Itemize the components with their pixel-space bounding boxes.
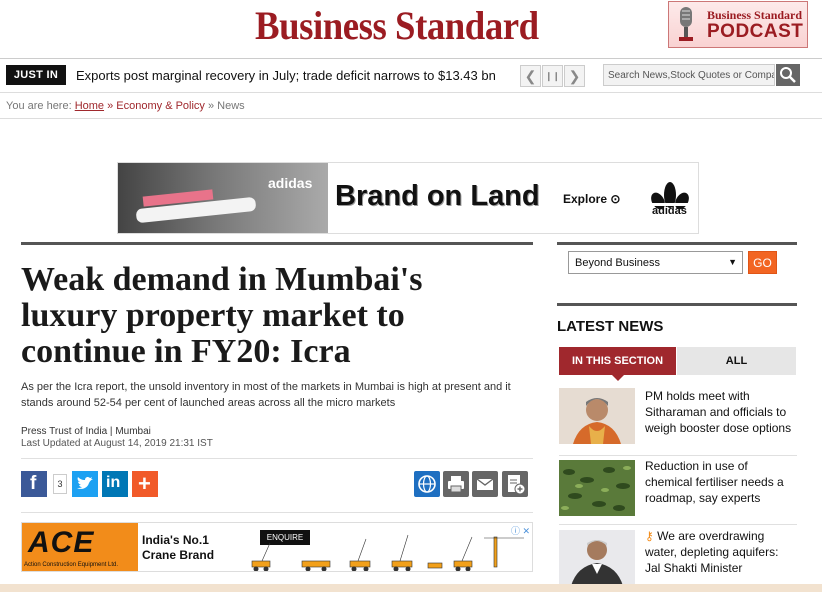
ace-tagline: India's No.1 xyxy=(142,533,209,547)
ticker-prev-button[interactable]: ❮ xyxy=(520,65,541,87)
printer-icon xyxy=(448,476,464,493)
chevron-down-icon: ▼ xyxy=(728,257,737,267)
section-bar xyxy=(557,303,797,306)
microphone-icon xyxy=(679,7,693,41)
search-button[interactable] xyxy=(776,64,800,86)
ticker-pause-button[interactable]: ❙❙ xyxy=(542,65,563,87)
divider xyxy=(559,524,797,525)
just-in-label: JUST IN xyxy=(6,65,66,85)
article-location: Mumbai xyxy=(115,426,151,437)
twitter-icon xyxy=(77,476,93,489)
news-thumbnail[interactable] xyxy=(559,530,635,586)
divider xyxy=(0,58,822,59)
divider xyxy=(0,92,822,93)
breadcrumb-sep: » xyxy=(204,100,218,112)
breadcrumb: You are here: Home » Economy & Policy » … xyxy=(6,100,245,112)
ticker-headline[interactable]: Exports post marginal recovery in July; … xyxy=(76,68,496,83)
tab-in-this-section[interactable]: IN THIS SECTION xyxy=(559,347,676,381)
ticker-next-button[interactable]: ❯ xyxy=(564,65,585,87)
article-summary: As per the Icra report, the unsold inven… xyxy=(21,381,511,409)
ad-explore-link[interactable]: Explore ⊙ xyxy=(563,192,620,206)
site-logo[interactable]: Business Standard xyxy=(255,2,539,49)
ad-choices-icon[interactable]: ⓘ ✕ xyxy=(511,524,530,537)
news-thumbnail[interactable] xyxy=(559,388,635,444)
ad-logo-word: adidas xyxy=(652,205,687,217)
article-byline: Press Trust of India | Mumbai xyxy=(21,426,151,437)
cranes-image xyxy=(251,534,524,571)
section-select[interactable]: Beyond Business ▼ xyxy=(568,251,743,274)
shoe-image: adidas xyxy=(118,163,328,233)
news-headline[interactable]: PM holds meet with Sitharaman and offici… xyxy=(645,388,797,436)
language-button[interactable] xyxy=(414,471,440,497)
document-plus-icon xyxy=(508,475,526,495)
linkedin-icon: in xyxy=(106,474,121,491)
news-headline[interactable]: Reduction in use of chemical fertiliser … xyxy=(645,458,797,506)
breadcrumb-prefix: You are here: xyxy=(6,100,75,112)
breadcrumb-home[interactable]: Home xyxy=(75,100,104,112)
linkedin-share-button[interactable]: in xyxy=(102,471,128,497)
share-count: 3 xyxy=(53,474,67,494)
more-share-button[interactable]: + xyxy=(132,471,158,497)
podcast-label: PODCAST xyxy=(707,21,804,42)
latest-news-title: LATEST NEWS xyxy=(557,318,664,335)
article-title: Weak demand in Mumbai's luxury property … xyxy=(21,261,423,370)
go-button[interactable]: GO xyxy=(748,251,777,274)
facebook-share-button[interactable]: f xyxy=(21,471,47,497)
section-bar xyxy=(557,242,797,245)
breadcrumb-section[interactable]: Economy & Policy xyxy=(116,100,205,112)
ace-logo: ACE Action Construction Equipment Ltd. xyxy=(22,523,138,571)
ad-headline: Brand on Land xyxy=(335,180,540,212)
breadcrumb-current: News xyxy=(217,100,245,112)
news-thumbnail[interactable] xyxy=(559,460,635,516)
divider xyxy=(21,458,533,459)
tab-all[interactable]: ALL xyxy=(677,347,796,375)
section-select-value: Beyond Business xyxy=(575,257,660,269)
podcast-banner[interactable]: Business Standard PODCAST xyxy=(668,1,808,48)
ad-brand-mark: adidas xyxy=(268,175,313,191)
facebook-icon: f xyxy=(30,473,37,494)
article-updated: Last Updated at August 14, 2019 21:31 IS… xyxy=(21,438,213,449)
article-source[interactable]: Press Trust of India xyxy=(21,426,107,437)
search-icon xyxy=(780,67,796,83)
divider xyxy=(21,512,533,513)
add-note-button[interactable] xyxy=(502,471,528,497)
breadcrumb-sep: » xyxy=(104,100,117,112)
news-headline[interactable]: ⚷ We are overdrawing water, depleting aq… xyxy=(645,528,797,576)
banner-ad[interactable]: adidas Brand on Land Explore ⊙ adidas xyxy=(117,162,699,234)
divider xyxy=(0,118,822,119)
email-button[interactable] xyxy=(472,471,498,497)
ace-ad[interactable]: ACE Action Construction Equipment Ltd. I… xyxy=(21,522,533,572)
bottom-strip xyxy=(0,584,822,592)
search-input[interactable]: Search News,Stock Quotes or Companies xyxy=(603,64,775,86)
circle-arrow-icon: ⊙ xyxy=(610,192,621,206)
envelope-icon xyxy=(476,478,494,490)
twitter-share-button[interactable] xyxy=(72,471,98,497)
print-button[interactable] xyxy=(443,471,469,497)
plus-icon: + xyxy=(138,471,151,496)
ace-tagline: Crane Brand xyxy=(142,548,215,562)
key-icon: ⚷ xyxy=(645,529,654,543)
divider xyxy=(559,455,797,456)
section-bar xyxy=(21,242,533,245)
globe-icon xyxy=(418,475,436,493)
